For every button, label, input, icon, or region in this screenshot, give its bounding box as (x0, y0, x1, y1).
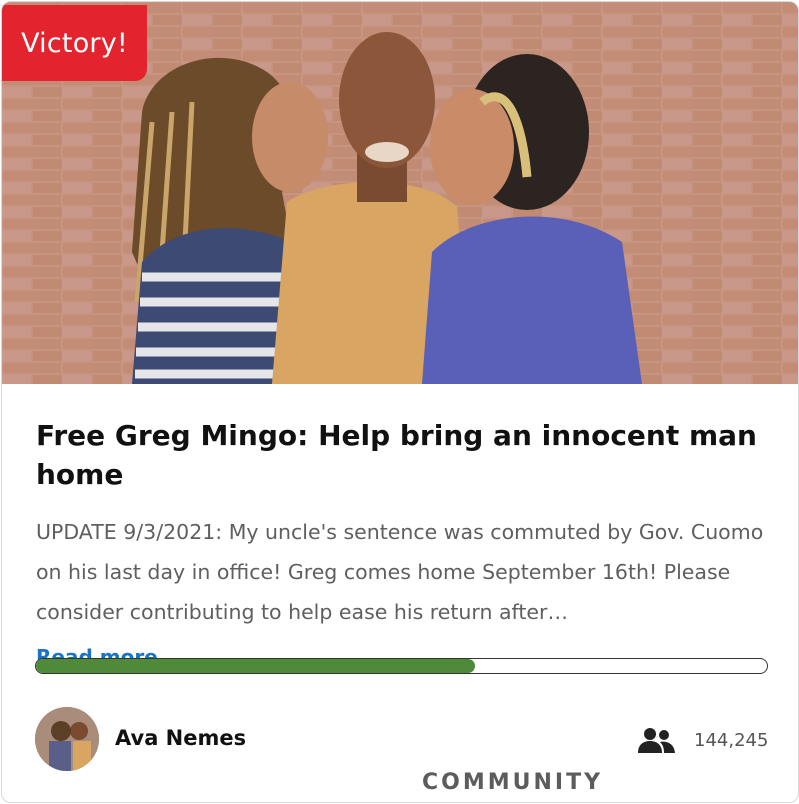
petition-card[interactable]: Victory! Free Greg Mingo: Help bring an … (1, 1, 799, 803)
community-label: COMMUNITY (422, 770, 604, 795)
people-icon (638, 728, 675, 753)
signature-progress-fill (36, 659, 475, 673)
avatar[interactable] (35, 707, 99, 771)
petition-photo[interactable]: Victory! (2, 2, 798, 384)
petition-title[interactable]: Free Greg Mingo: Help bring an innocent … (36, 416, 776, 494)
petition-description: UPDATE 9/3/2021: My uncle's sentence was… (36, 520, 764, 624)
supporter-count: 144,245 (694, 730, 769, 751)
victory-badge-label: Victory! (21, 27, 128, 59)
victory-badge: Victory! (2, 5, 147, 81)
author-name[interactable]: Ava Nemes (115, 726, 246, 750)
signature-progress-bar (35, 658, 768, 674)
